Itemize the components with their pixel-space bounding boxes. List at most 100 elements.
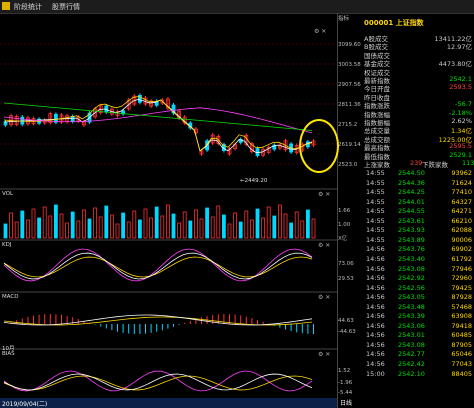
volume-bar xyxy=(193,209,198,239)
bias-tick: 1.52 xyxy=(338,368,351,374)
price-tick: 2715.2 xyxy=(338,122,358,128)
volume-bar xyxy=(149,217,154,239)
tick-price: 2542.42 xyxy=(398,360,425,368)
top-tab-bar: 阶段统计 股票行情 xyxy=(0,0,474,14)
tick-time: 14:56 xyxy=(366,274,385,283)
tick-volume: 88405 xyxy=(451,369,472,378)
bias-line-1 xyxy=(3,373,313,391)
tick-volume: 60485 xyxy=(451,331,472,340)
candle-body xyxy=(70,116,75,122)
tick-price: 2543.76 xyxy=(398,245,425,254)
tick-price: 2543.05 xyxy=(398,293,425,302)
vol-tick: 1.00 xyxy=(338,222,351,228)
quote-row-value: 12.97亿 xyxy=(446,43,472,52)
tab-stage-stats[interactable]: 阶段统计 xyxy=(14,2,42,12)
volume-bar xyxy=(205,207,210,239)
kdj-j-line xyxy=(3,248,313,282)
volume-bar xyxy=(65,222,69,239)
low-price-label: ←2449.20 xyxy=(240,178,268,184)
panel-name-vol: VOL xyxy=(2,191,14,197)
volume-bar xyxy=(31,208,36,239)
panel-controls-macd[interactable]: ⚙ ✕ xyxy=(318,294,330,301)
tick-row: 14:55 2544.55 64271 xyxy=(364,207,474,216)
vol-tick: 1.66 xyxy=(338,208,351,214)
tick-row: 14:56 2542.77 65046 xyxy=(364,350,474,359)
tick-volume: 64327 xyxy=(451,197,472,206)
tick-volume: 77410 xyxy=(451,188,472,197)
volume-bar xyxy=(171,213,176,239)
volume-bar xyxy=(137,219,142,239)
period-label[interactable]: 日线 xyxy=(340,398,352,407)
tick-price: 2543.06 xyxy=(398,321,425,330)
volume-bar xyxy=(227,223,232,239)
candle-body xyxy=(54,113,58,123)
tick-row: 14:55 2544.36 71624 xyxy=(364,179,474,188)
price-tick: 2811.36 xyxy=(338,102,361,108)
tick-price: 2543.93 xyxy=(398,226,425,235)
panel-name-macd: MACD xyxy=(2,294,19,300)
price-tick: 2907.56 xyxy=(338,82,361,88)
tick-volume: 79425 xyxy=(451,283,472,292)
tick-time: 14:55 xyxy=(366,197,385,206)
panel-name-bias: BIAS xyxy=(2,351,15,357)
volume-bar xyxy=(93,207,97,239)
tick-row: 14:56 2543.08 77946 xyxy=(364,265,474,274)
panel-name-kdj: KDJ xyxy=(2,242,12,248)
tick-time: 14:56 xyxy=(366,321,385,330)
tick-price: 2542.10 xyxy=(398,369,425,378)
tick-price: 2542.92 xyxy=(398,274,425,283)
volume-bar xyxy=(216,205,221,239)
volume-bar xyxy=(305,209,310,239)
volume-bar xyxy=(14,221,19,239)
tick-price: 2544.50 xyxy=(398,169,425,177)
tick-price: 2544.01 xyxy=(398,197,425,206)
tick-time: 14:55 xyxy=(366,178,385,187)
volume-bar xyxy=(160,215,165,239)
tick-time: 14:56 xyxy=(366,312,385,321)
down-count: 113 xyxy=(462,159,474,167)
panel-controls-bias[interactable]: ⚙ ✕ xyxy=(318,351,330,358)
kline-chart[interactable] xyxy=(0,13,338,408)
panel-controls-kdj[interactable]: ⚙ ✕ xyxy=(318,242,330,249)
candle-body xyxy=(3,121,8,126)
tick-row: 14:56 2542.42 77043 xyxy=(364,360,474,369)
price-tick: 2523.0 xyxy=(338,162,358,168)
tick-price: 2543.48 xyxy=(398,302,425,311)
tick-price: 2543.08 xyxy=(398,340,425,349)
volume-bar xyxy=(289,222,294,239)
volume-bar xyxy=(3,223,8,239)
volume-bar xyxy=(98,216,103,239)
kdj-k-line xyxy=(3,252,313,280)
tab-stock-quote[interactable]: 股票行情 xyxy=(52,2,80,12)
quote-code-title: 000001 上证指数 xyxy=(364,19,424,27)
volume-bar xyxy=(87,218,92,239)
volume-bar xyxy=(59,213,64,239)
menu-icon[interactable] xyxy=(2,2,10,10)
volume-bar xyxy=(233,212,238,239)
quote-row-value: 2595.5 xyxy=(449,142,472,151)
bias-tick: -5.44 xyxy=(338,390,353,396)
vol-tick: X亿 xyxy=(338,236,348,242)
macd-tick: -44.63 xyxy=(338,329,356,335)
volume-bar xyxy=(300,220,305,239)
volume-bar xyxy=(110,214,114,239)
date-label: 2019/09/04(二) xyxy=(2,401,48,408)
tick-volume: 77946 xyxy=(451,264,472,273)
volume-bar xyxy=(42,206,47,239)
price-tick: 3099.60 xyxy=(338,42,361,48)
volume-bar xyxy=(261,217,266,239)
tick-volume: 64271 xyxy=(451,207,472,216)
tick-volume: 71624 xyxy=(451,178,472,187)
main-panel-controls[interactable]: ⚙ ✕ xyxy=(314,28,326,35)
panel-controls-vol[interactable]: ⚙ ✕ xyxy=(318,191,330,198)
bias-tick: -1.96 xyxy=(338,380,353,386)
volume-bar xyxy=(20,210,25,239)
quote-row-value: -56.7 xyxy=(455,100,472,109)
tick-volume: 79418 xyxy=(451,321,472,330)
tick-row: 14:56 2543.05 87928 xyxy=(364,293,474,302)
price-tick: 2619.14 xyxy=(338,142,361,148)
tick-time: 14:56 xyxy=(366,350,385,359)
tick-price: 2544.36 xyxy=(398,178,425,187)
quote-header: 000001 上证指数 xyxy=(364,18,474,28)
volume-bar xyxy=(132,210,137,239)
